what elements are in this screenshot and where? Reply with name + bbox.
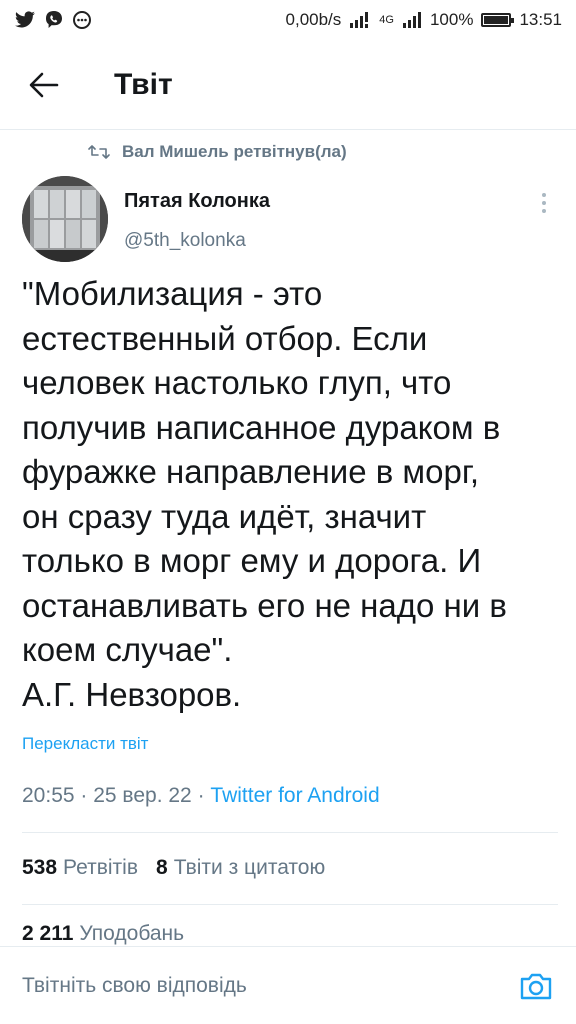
signal-bars-icon: [349, 12, 371, 28]
reply-bar: Твітніть свою відповідь: [0, 946, 576, 1024]
network-type: 4G: [379, 14, 394, 26]
camera-button[interactable]: [516, 966, 556, 1006]
quotes-count: 8: [156, 856, 168, 879]
more-button[interactable]: [530, 188, 558, 218]
retweeted-by-label: Вал Мишель ретвітнув(ла): [122, 142, 347, 161]
retweets-label: Ретвітів: [63, 856, 138, 879]
retweets-stat[interactable]: 538 Ретвітів: [22, 856, 138, 880]
viber-icon: [44, 10, 64, 30]
camera-icon: [520, 973, 552, 999]
tweet-timestamp: 20:55 · 25 вер. 22 · Twitter for Android: [22, 784, 380, 808]
twitter-bird-icon: [14, 11, 36, 29]
top-app-bar: Твіт: [0, 40, 576, 130]
author-name[interactable]: Пятая Колонка: [124, 190, 270, 213]
likes-label: Уподобань: [79, 922, 185, 945]
data-rate: 0,00b/s: [285, 10, 342, 29]
more-vertical-icon: [542, 193, 546, 213]
author-handle[interactable]: @5th_kolonka: [124, 230, 246, 252]
tweet-source-link[interactable]: Twitter for Android: [210, 784, 379, 807]
likes-stat[interactable]: 2 211 Уподобань: [22, 922, 184, 946]
tweet-text: "Мобилизация - это естественный отбор. Е…: [22, 275, 507, 713]
tweet-stats: 538 Ретвітів 8 Твіти з цитатою: [22, 856, 325, 880]
arrow-left-icon: [29, 72, 59, 97]
battery-fill: [484, 16, 509, 24]
tweet-date: 25 вер. 22: [93, 784, 192, 807]
signal-bars-icon-2: [402, 12, 422, 28]
screen: 0,00b/s 4G 100% 13:51 Твіт Вал Мишель ре…: [0, 0, 576, 1024]
clock: 13:51: [519, 10, 562, 29]
divider: [22, 832, 558, 833]
status-bar: 0,00b/s 4G 100% 13:51: [0, 0, 576, 40]
status-left: [14, 10, 92, 30]
retweet-context[interactable]: Вал Мишель ретвітнув(ла): [88, 142, 347, 162]
separator: ·: [197, 784, 211, 807]
back-button[interactable]: [14, 55, 74, 115]
avatar[interactable]: [22, 176, 108, 262]
translate-tweet-link[interactable]: Перекласти твіт: [22, 734, 148, 754]
tweet-time: 20:55: [22, 784, 75, 807]
retweet-icon: [88, 145, 110, 159]
page-title: Твіт: [114, 67, 173, 101]
retweets-count: 538: [22, 856, 58, 879]
messenger-icon: [72, 10, 92, 30]
reply-input[interactable]: Твітніть свою відповідь: [22, 974, 516, 998]
quotes-label: Твіти з цитатою: [173, 856, 326, 879]
status-right: 0,00b/s 4G 100% 13:51: [286, 10, 562, 30]
separator: ·: [80, 784, 94, 807]
battery-percent: 100%: [429, 10, 474, 29]
likes-count: 2 211: [22, 922, 74, 945]
divider: [22, 904, 558, 905]
quotes-stat[interactable]: 8 Твіти з цитатою: [156, 856, 325, 880]
battery-icon: [481, 13, 515, 27]
